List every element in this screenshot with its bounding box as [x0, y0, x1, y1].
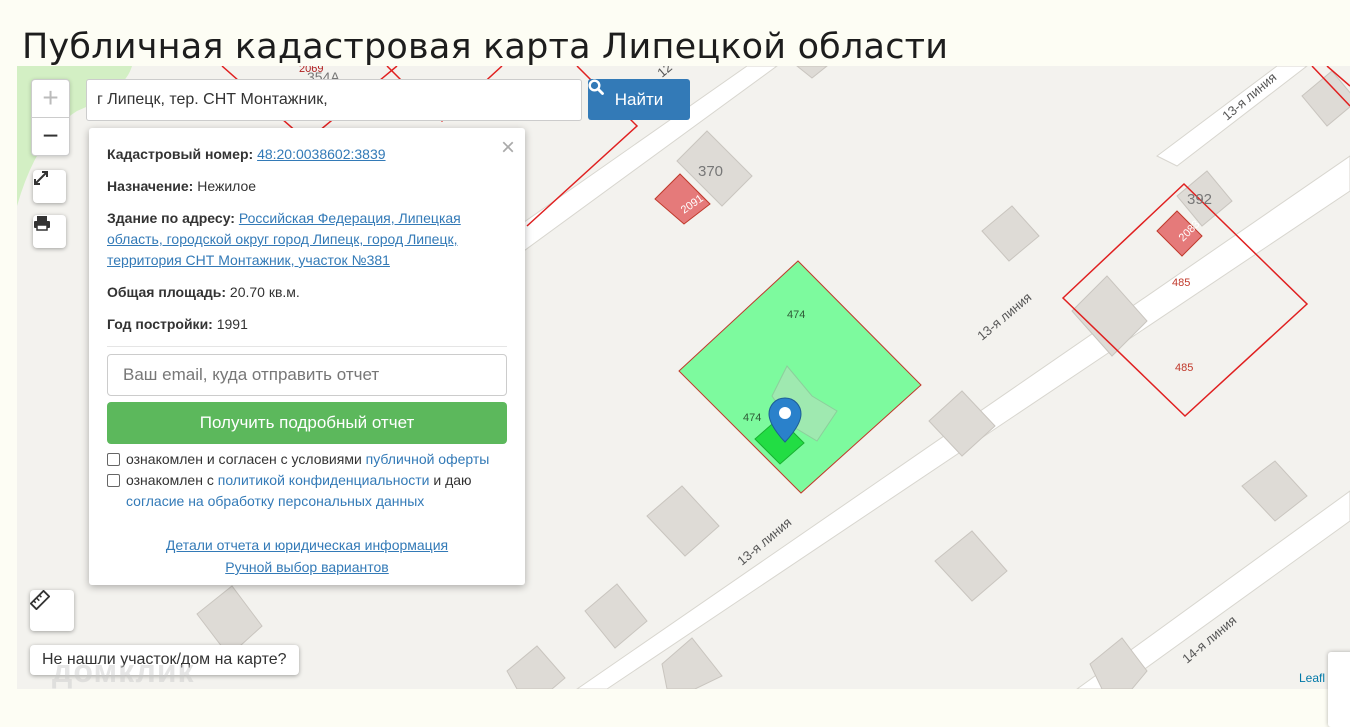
offer-label: ознакомлен и согласен с условиями [126, 451, 362, 467]
purpose-value: Нежилое [197, 178, 257, 194]
address-row: Здание по адресу: Российская Федерация, … [107, 208, 507, 271]
side-widget-edge[interactable] [1328, 652, 1350, 727]
watermark-logo: домклик [52, 653, 195, 689]
area-label: Общая площадь: [107, 284, 227, 300]
personal-data-consent-link[interactable]: согласие на обработку персональных данны… [126, 493, 424, 509]
email-field[interactable]: Ваш email, куда отправить отчет [107, 354, 507, 396]
year-row: Год постройки: 1991 [107, 314, 507, 335]
consent-offer: ознакомлен и согласен с условиями публич… [107, 449, 507, 470]
address-search-input[interactable]: г Липецк, тер. СНТ Монтажник, [86, 79, 582, 121]
privacy-label-b: и даю [433, 472, 472, 488]
offer-checkbox[interactable] [107, 453, 120, 466]
street-name-label: 13-я линия [974, 290, 1034, 344]
selected-parcel [678, 260, 922, 494]
print-button[interactable] [33, 215, 66, 248]
privacy-policy-link[interactable]: политикой конфиденциальности [218, 472, 430, 488]
year-value: 1991 [216, 316, 248, 332]
ruler-icon [30, 590, 50, 610]
manual-selection-link[interactable]: Ручной выбор вариантов [225, 559, 389, 575]
find-button[interactable]: Найти [588, 79, 690, 120]
cadastral-number-label: Кадастровый номер: [107, 146, 254, 162]
parcel-number-label: 392 [1187, 191, 1212, 208]
divider [107, 346, 507, 347]
zoom-in-button[interactable]: + [32, 80, 69, 118]
get-report-button[interactable]: Получить подробный отчет [107, 402, 507, 444]
area-row: Общая площадь: 20.70 кв.м. [107, 282, 507, 303]
area-value: 20.70 кв.м. [229, 284, 300, 300]
printer-icon [34, 216, 50, 231]
consent-privacy: ознакомлен с политикой конфиденциальност… [107, 470, 507, 512]
purpose-label: Назначение: [107, 178, 194, 194]
offer-link[interactable]: публичной оферты [366, 451, 490, 467]
parcel-number-label: 485 [1172, 277, 1190, 289]
popup-footer-links: Детали отчета и юридическая информация Р… [89, 534, 525, 578]
close-icon[interactable]: × [501, 134, 515, 162]
privacy-label-a: ознакомлен с [126, 472, 214, 488]
cadastral-number-link[interactable]: 48:20:0038602:3839 [257, 146, 385, 162]
purpose-row: Назначение: Нежилое [107, 176, 507, 197]
parcel-number-label: 370 [698, 163, 723, 180]
parcel-info-popup: × Кадастровый номер: 48:20:0038602:3839 … [89, 128, 525, 585]
ruler-button[interactable] [30, 590, 74, 631]
year-label: Год постройки: [107, 316, 213, 332]
fullscreen-button[interactable] [33, 170, 66, 203]
expand-icon [34, 171, 48, 185]
parcel-number-label: 474 [787, 309, 805, 321]
zoom-out-button[interactable]: − [32, 118, 69, 155]
street-name-label: 13-я линия [1219, 70, 1279, 124]
find-button-label: Найти [614, 89, 664, 109]
privacy-checkbox[interactable] [107, 474, 120, 487]
privacy-text: ознакомлен с политикой конфиденциальност… [126, 470, 472, 512]
search-icon [588, 79, 604, 95]
zoom-control: + − [31, 79, 70, 156]
cadastral-number-row: Кадастровый номер: 48:20:0038602:3839 [107, 144, 507, 165]
cadastral-map[interactable]: 474 474 485 485 2091 2083 370 392 2069 354А 13-я … [17, 66, 1350, 689]
address-label: Здание по адресу: [107, 210, 235, 226]
parcel-number-label: 485 [1175, 362, 1193, 374]
leaflet-attribution[interactable]: Leafl [1299, 671, 1325, 685]
report-details-link[interactable]: Детали отчета и юридическая информация [166, 537, 448, 553]
offer-text: ознакомлен и согласен с условиями публич… [126, 449, 489, 470]
page-title: Публичная кадастровая карта Липецкой обл… [22, 27, 949, 68]
parcel-number-label: 474 [743, 412, 761, 424]
